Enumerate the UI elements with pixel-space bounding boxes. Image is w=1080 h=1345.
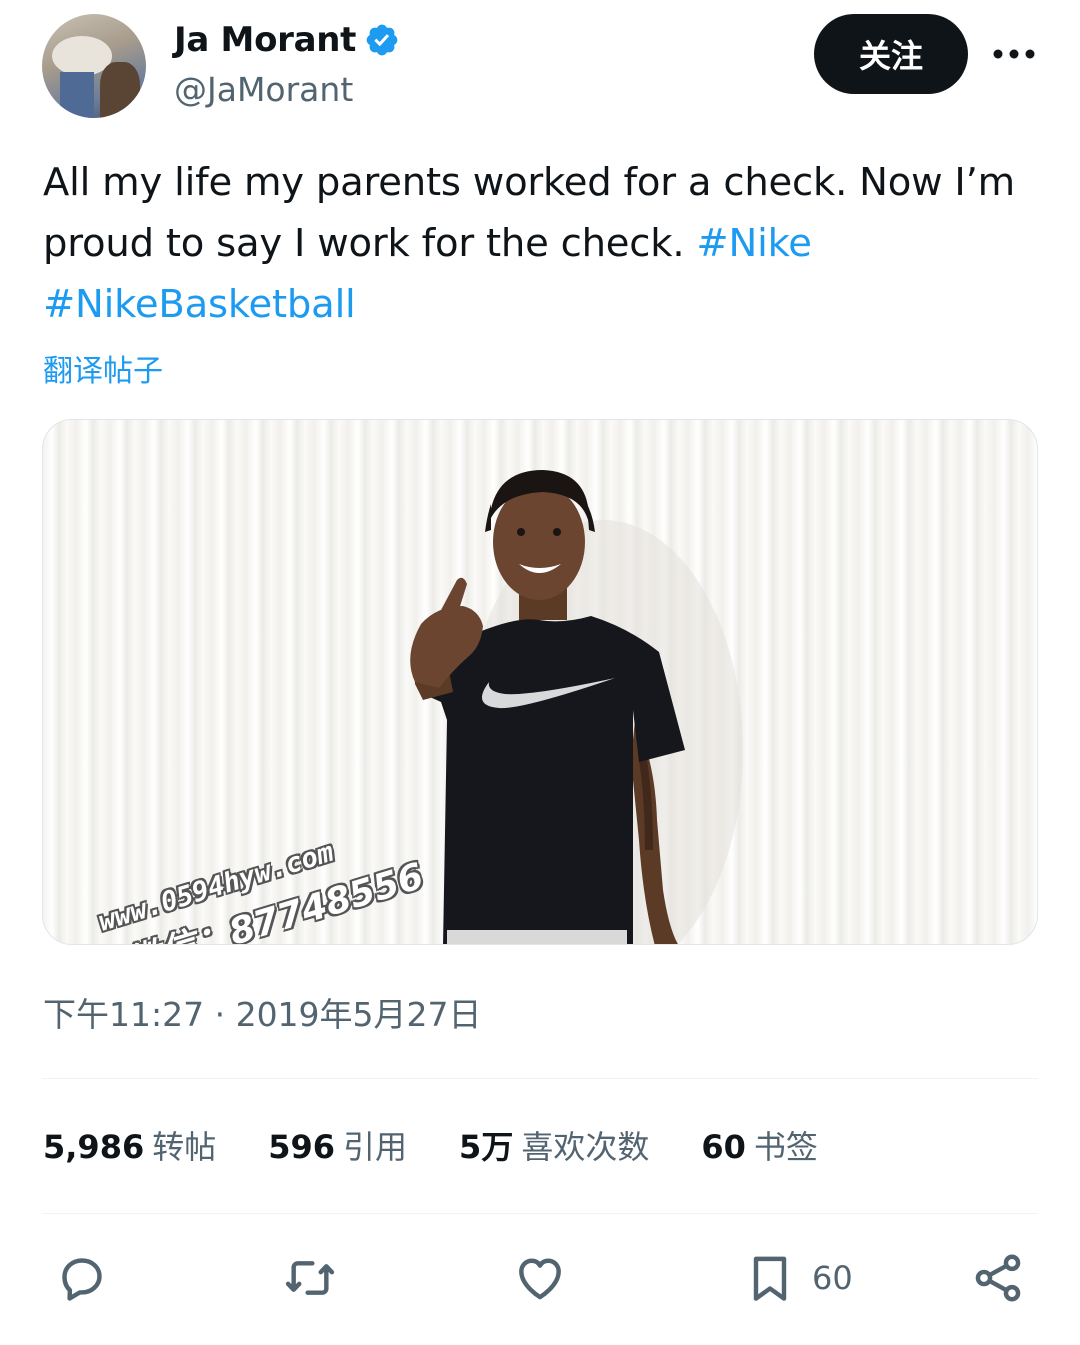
tweet-body: All my life my parents worked for a chec… (43, 160, 1015, 266)
stat-bookmarks[interactable]: 60 书签 (701, 1122, 818, 1168)
author-handle[interactable]: @JaMorant (174, 70, 353, 109)
reply-icon (62, 1258, 102, 1301)
translate-post-link[interactable]: 翻译帖子 (43, 346, 163, 390)
retweet-icon (285, 1261, 335, 1295)
bookmark-button[interactable]: 60 (742, 1250, 853, 1306)
share-button[interactable] (970, 1250, 1026, 1306)
stat-bookmarks-value: 60 (701, 1128, 746, 1166)
tweet-image[interactable]: www.0594hyw.com 微信：87748556 (42, 419, 1038, 945)
share-icon (975, 1254, 1021, 1302)
engagement-stats: 5,986 转帖 596 引用 5万 喜欢次数 60 书签 (43, 1122, 870, 1168)
stat-likes[interactable]: 5万 喜欢次数 (459, 1122, 649, 1168)
author-name-row[interactable]: Ja Morant (174, 18, 400, 62)
stat-quotes[interactable]: 596 引用 (268, 1122, 407, 1168)
author-name[interactable]: Ja Morant (174, 20, 356, 60)
stat-reposts[interactable]: 5,986 转帖 (43, 1122, 216, 1168)
bookmark-count: 60 (812, 1259, 853, 1297)
stat-quotes-value: 596 (268, 1128, 336, 1166)
action-bar: 60 (0, 1242, 1080, 1312)
hashtag-nike[interactable]: #Nike (696, 221, 812, 266)
like-button[interactable] (512, 1250, 568, 1306)
divider-bottom (42, 1213, 1038, 1214)
author-avatar[interactable] (42, 14, 146, 118)
stat-bookmarks-label: 书签 (753, 1128, 818, 1166)
more-options-icon[interactable] (990, 30, 1038, 78)
divider-top (42, 1078, 1038, 1079)
tweet-text: All my life my parents worked for a chec… (43, 152, 1043, 335)
stat-reposts-value: 5,986 (43, 1128, 145, 1166)
heart-icon (519, 1258, 561, 1300)
person-photo (410, 470, 743, 944)
stat-likes-value: 5万 (459, 1128, 514, 1166)
follow-button[interactable]: 关注 (814, 14, 968, 94)
hashtag-nikebasketball[interactable]: #NikeBasketball (43, 282, 356, 327)
stat-reposts-label: 转帖 (152, 1128, 217, 1166)
reply-button[interactable] (54, 1250, 110, 1306)
bookmark-icon (753, 1256, 787, 1301)
tweet-timestamp[interactable]: 下午11:27 · 2019年5月27日 (43, 988, 482, 1036)
stat-quotes-label: 引用 (343, 1128, 408, 1166)
verified-badge-icon (366, 24, 398, 56)
retweet-button[interactable] (282, 1250, 338, 1306)
stat-likes-label: 喜欢次数 (521, 1128, 650, 1166)
